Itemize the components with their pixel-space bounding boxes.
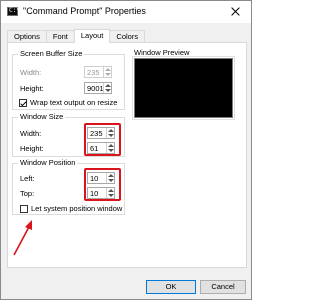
spin-down-icon xyxy=(105,73,111,76)
tab-strip: Options Font Layout Colors xyxy=(7,29,146,43)
cmd-icon: C:\ xyxy=(7,7,20,16)
window-position-highlight xyxy=(84,168,121,201)
position-left-label: Left: xyxy=(20,174,35,183)
preview-label: Window Preview xyxy=(134,48,190,57)
position-top-label: Top: xyxy=(20,189,35,198)
buffer-height-stepper[interactable]: 9001 xyxy=(84,82,112,94)
buffer-width-stepper: 235 xyxy=(84,66,112,78)
screen-buffer-title: Screen Buffer Size xyxy=(18,49,85,58)
buffer-height-label: Height: xyxy=(20,84,44,93)
spin-up-icon[interactable] xyxy=(105,84,111,87)
ok-button[interactable]: OK xyxy=(146,280,196,294)
window-size-title: Window Size xyxy=(18,112,66,121)
buffer-width-value: 235 xyxy=(87,68,100,77)
buffer-height-value[interactable]: 9001 xyxy=(87,84,104,93)
close-icon[interactable] xyxy=(223,3,247,21)
buffer-height-arrows[interactable] xyxy=(103,83,111,93)
window-preview xyxy=(132,56,235,120)
let-system-row[interactable]: Let system position window xyxy=(20,204,122,213)
wrap-text-row[interactable]: Wrap text output on resize xyxy=(19,98,117,107)
spin-down-icon[interactable] xyxy=(105,89,111,92)
window-size-highlight xyxy=(84,123,121,156)
red-arrow-icon xyxy=(13,220,32,256)
size-height-label: Height: xyxy=(20,144,44,153)
size-width-label: Width: xyxy=(20,129,42,138)
window-title: "Command Prompt" Properties xyxy=(23,6,146,16)
properties-dialog: C:\ "Command Prompt" Properties Options … xyxy=(0,0,252,300)
window-position-title: Window Position xyxy=(18,158,78,167)
buffer-width-label: Width: xyxy=(20,68,42,77)
tab-layout[interactable]: Layout xyxy=(73,29,111,43)
buffer-width-arrows xyxy=(103,67,111,77)
cancel-button[interactable]: Cancel xyxy=(200,280,246,294)
wrap-text-label: Wrap text output on resize xyxy=(30,98,118,107)
title-bar[interactable]: C:\ "Command Prompt" Properties xyxy=(1,1,251,23)
wrap-text-checkbox[interactable] xyxy=(19,98,27,107)
let-system-checkbox[interactable] xyxy=(20,204,28,213)
let-system-label: Let system position window xyxy=(31,204,123,213)
spin-up-icon xyxy=(105,68,111,71)
